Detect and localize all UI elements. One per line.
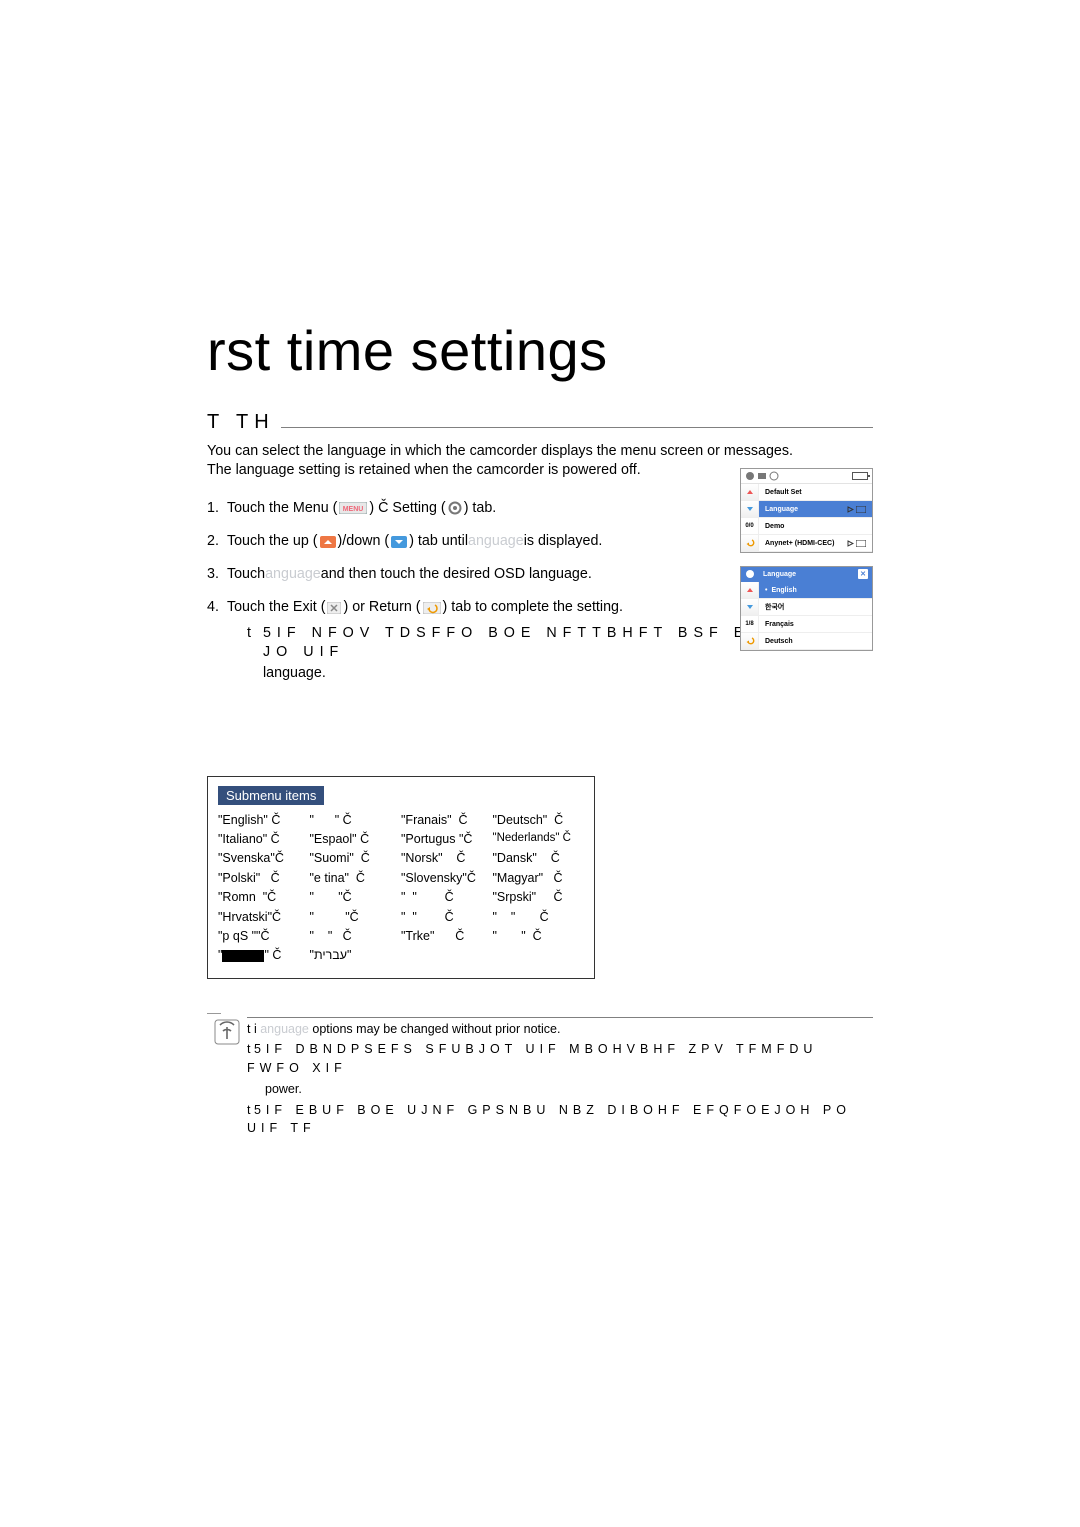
list-item[interactable]: Demo	[759, 518, 872, 535]
step-text: Touch	[227, 565, 265, 584]
submenu-heading: Submenu items	[218, 786, 324, 805]
bullet-t: t	[247, 624, 251, 643]
return-button[interactable]	[741, 633, 759, 650]
page-indicator: 0/0	[741, 518, 759, 535]
step-text: ) tab.	[464, 499, 497, 518]
notes-body: t i anguage options may be changed witho…	[247, 1017, 873, 1139]
ui-left-col: 0/0	[741, 484, 759, 552]
bullet-t: t	[247, 1042, 254, 1056]
play-icon	[847, 506, 854, 513]
down-button[interactable]	[741, 501, 759, 518]
step-text: is displayed.	[524, 532, 603, 551]
ui-body: 1/8 •English 한국어 Français Deutsch	[741, 582, 872, 650]
ui-body: 0/0 Default Set Language Demo Anynet+ (H…	[741, 484, 872, 552]
step-text: ) tab to complete the setting.	[443, 598, 623, 617]
up-button[interactable]	[741, 582, 759, 599]
ui-topbar	[741, 469, 872, 484]
note-text: power.	[247, 1080, 873, 1099]
list-item-selected[interactable]: •English	[759, 582, 872, 599]
gear-icon	[745, 471, 755, 481]
ui-dialog-title: Language ✕	[741, 567, 872, 582]
step-num: 2.	[207, 532, 219, 551]
subtitle-rule	[281, 427, 873, 428]
note-icon	[207, 1017, 247, 1139]
return-button[interactable]	[741, 535, 759, 552]
expand-icon	[856, 506, 866, 513]
step-text: Touch the Menu (	[227, 499, 337, 518]
step-text: Touch the up (	[227, 532, 318, 551]
note-text: options may be changed without prior not…	[312, 1022, 560, 1036]
cipher-text: JO UIF	[263, 643, 344, 662]
list-item[interactable]: Français	[759, 616, 872, 633]
step-num: 4.	[207, 598, 219, 617]
notes-section: t i anguage options may be changed witho…	[207, 1017, 873, 1139]
bullet-t: t	[247, 1103, 254, 1117]
page-indicator: 1/8	[741, 616, 759, 633]
down-icon	[391, 536, 407, 548]
step-text: ) Č Setting (	[369, 499, 445, 518]
cipher-text: 5IF DBNDPSEFS SFUBJOT UIF MBOHVBHF ZPV T…	[247, 1042, 817, 1075]
step-faded-text: anguage	[468, 532, 524, 551]
note-faded: anguage	[260, 1022, 309, 1036]
gear-icon	[769, 471, 779, 481]
tail-lang-line: language.	[207, 664, 873, 683]
step-text: and then touch the desired OSD language.	[321, 565, 592, 584]
menu-icon: MENU	[339, 502, 367, 514]
list-item[interactable]: Deutsch	[759, 633, 872, 650]
list-item-selected[interactable]: Language	[759, 501, 872, 518]
step-text: Touch the Exit (	[227, 598, 326, 617]
return-icon	[423, 602, 441, 614]
ui-screenshot-language: Language ✕ 1/8 •English 한국어 Français Deu…	[740, 566, 873, 651]
list-item[interactable]: Default Set	[759, 484, 872, 501]
step-text: ) tab until	[409, 532, 468, 551]
cipher-text: 5IF EBUF BOE UJNF GPSNBU NBZ DIBOHF EFQF…	[247, 1103, 851, 1136]
bullet-t: t i	[247, 1022, 257, 1036]
language-grid: "English" Č" " Č"Franais" Č"Deutsch" Č "…	[218, 811, 584, 966]
step-text: ) or Return (	[343, 598, 420, 617]
camera-icon	[757, 471, 767, 481]
list-item[interactable]: Anynet+ (HDMI-CEC)	[759, 535, 872, 552]
down-button[interactable]	[741, 599, 759, 616]
list-item[interactable]: 한국어	[759, 599, 872, 616]
play-icon	[847, 540, 854, 547]
close-button[interactable]: ✕	[858, 569, 868, 579]
title-wrap: rst time settings	[207, 318, 873, 383]
exit-icon	[327, 602, 341, 614]
submenu-box: Submenu items "English" Č" " Č"Franais" …	[207, 776, 595, 979]
subtitle-bar: T TH	[207, 411, 873, 434]
gear-icon	[448, 501, 462, 515]
step-faded-text: anguage	[265, 565, 321, 584]
ui-list: Default Set Language Demo Anynet+ (HDMI-…	[759, 484, 872, 552]
ui-screenshot-settings: 0/0 Default Set Language Demo Anynet+ (H…	[740, 468, 873, 553]
page-heading: rst time settings	[207, 318, 873, 383]
battery-icon	[852, 472, 868, 480]
up-button[interactable]	[741, 484, 759, 501]
content-area: rst time settings T TH You can select th…	[207, 318, 873, 1138]
ui-list: •English 한국어 Français Deutsch	[759, 582, 872, 650]
ui-dialog-title-text: Language	[763, 571, 796, 578]
svg-text:MENU: MENU	[343, 506, 364, 513]
notes-rule	[247, 1017, 873, 1018]
expand-icon	[856, 540, 866, 547]
ui-left-col: 1/8	[741, 582, 759, 650]
section-subtitle: T TH	[207, 411, 275, 434]
step-text: )/down (	[338, 532, 390, 551]
up-icon	[320, 536, 336, 548]
manual-page: rst time settings T TH You can select th…	[0, 0, 1080, 1527]
gear-icon	[745, 569, 755, 579]
step-num: 3.	[207, 565, 219, 584]
step-num: 1.	[207, 499, 219, 518]
intro-line-1: You can select the language in which the…	[207, 442, 873, 461]
